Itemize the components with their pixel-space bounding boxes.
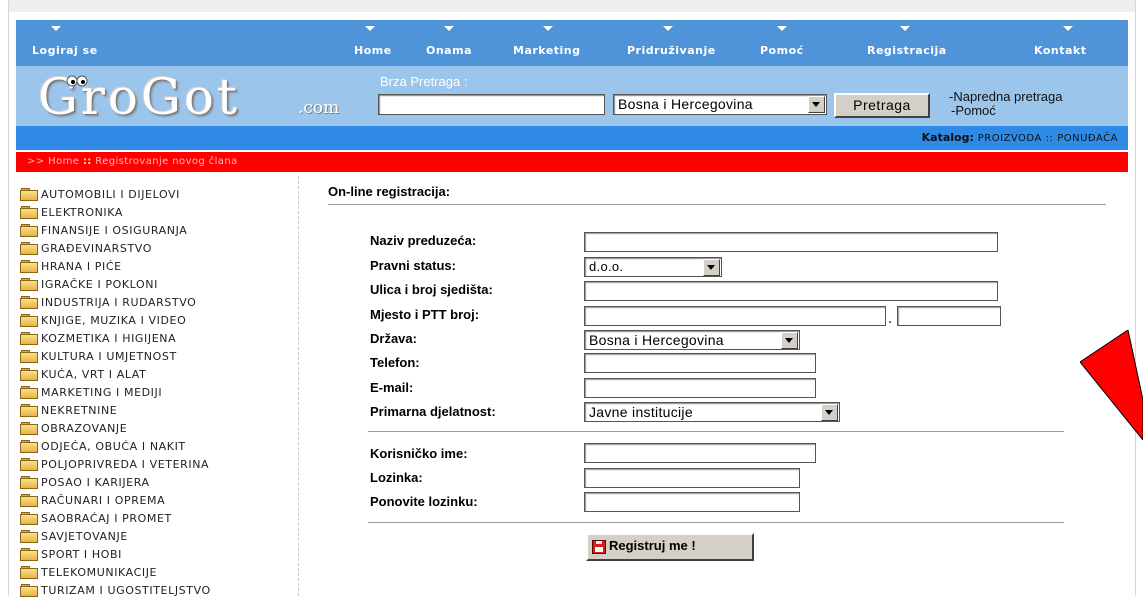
password-label: Lozinka:	[370, 470, 423, 485]
folder-icon	[20, 458, 38, 471]
divider	[328, 204, 1106, 205]
logo-eyes-icon	[66, 75, 88, 87]
chevron-down-icon	[821, 404, 838, 421]
company-field[interactable]	[584, 232, 998, 252]
breadcrumb-home-link[interactable]: Home	[48, 156, 79, 167]
folder-icon	[20, 368, 38, 381]
divider	[368, 522, 1064, 523]
folder-icon	[20, 278, 38, 291]
repeat-password-field[interactable]	[584, 492, 800, 512]
top-nav: Logiraj se Home Onama Marketing Pridruži…	[16, 20, 1128, 66]
nav-triangle-icon	[543, 26, 553, 31]
save-disk-icon	[592, 540, 606, 554]
folder-icon	[20, 260, 38, 273]
divider	[368, 431, 1064, 432]
nav-triangle-icon	[51, 26, 61, 31]
catalog-links: Katalog: PROIZVODA :: PONUĐAČA	[922, 131, 1118, 144]
phone-field[interactable]	[584, 353, 816, 373]
help-link[interactable]: -Pomoć	[949, 104, 1062, 118]
street-field[interactable]	[584, 281, 998, 301]
activity-select[interactable]: Javne institucije	[584, 402, 840, 422]
registration-form: On-line registracija: Naziv preduzeća: P…	[300, 176, 1120, 596]
breadcrumb-separator: ::	[82, 156, 92, 167]
chevron-down-icon	[808, 96, 825, 113]
city-field[interactable]	[584, 306, 886, 326]
company-label: Naziv preduzeća:	[370, 233, 477, 248]
folder-icon	[20, 314, 38, 327]
username-field[interactable]	[584, 443, 816, 463]
nav-triangle-icon	[900, 26, 910, 31]
nav-triangle-icon	[1063, 26, 1073, 31]
folder-icon	[20, 584, 38, 597]
city-label: Mjesto i PTT broj:	[370, 307, 480, 322]
folder-icon	[20, 224, 38, 237]
logo-suffix: .com	[298, 98, 340, 118]
folder-icon	[20, 422, 38, 435]
legal-status-label: Pravni status:	[370, 258, 456, 273]
catalog-products-link[interactable]: PROIZVODA	[978, 133, 1042, 144]
breadcrumb-prefix: >>	[27, 156, 45, 167]
email-field[interactable]	[584, 378, 816, 398]
form-title: On-line registracija:	[328, 184, 451, 199]
header-links: -Napredna pretraga -Pomoć	[949, 90, 1062, 118]
category-sidebar: AUTOMOBILI I DIJELOVI ELEKTRONIKA FINANS…	[16, 176, 299, 597]
folder-icon	[20, 440, 38, 453]
header: GroGot .com Brza Pretraga : Bosna i Herc…	[16, 66, 1128, 126]
folder-icon	[20, 206, 38, 219]
nav-triangle-icon	[663, 26, 673, 31]
folder-icon	[20, 386, 38, 399]
username-label: Korisničko ime:	[370, 446, 468, 461]
breadcrumb: >> Home :: Registrovanje novog člana	[16, 152, 1128, 172]
folder-icon	[20, 512, 38, 525]
search-input[interactable]	[378, 94, 605, 115]
country-select[interactable]: Bosna i Hercegovina	[613, 94, 827, 115]
postal-code-field[interactable]	[897, 306, 1001, 326]
logo[interactable]: GroGot	[38, 72, 240, 122]
chevron-down-icon	[703, 259, 720, 276]
street-label: Ulica i broj sjedišta:	[370, 282, 493, 297]
folder-icon	[20, 242, 38, 255]
folder-icon	[20, 332, 38, 345]
chevron-down-icon	[781, 332, 798, 349]
register-button[interactable]: Registruj me !	[586, 533, 754, 561]
catalog-offers-link[interactable]: PONUĐAČA	[1057, 133, 1118, 144]
nav-triangle-icon	[365, 26, 375, 31]
phone-label: Telefon:	[370, 355, 420, 370]
decorative-red-triangle	[1080, 330, 1143, 440]
folder-icon	[20, 476, 38, 489]
password-field[interactable]	[584, 468, 800, 488]
country-field-select[interactable]: Bosna i Hercegovina	[584, 330, 800, 350]
advanced-search-link[interactable]: -Napredna pretraga	[949, 90, 1062, 104]
email-label: E-mail:	[370, 380, 414, 395]
folder-icon	[20, 350, 38, 363]
top-strip	[9, 0, 1135, 12]
catalog-label: Katalog:	[921, 131, 974, 144]
folder-icon	[20, 188, 38, 201]
search-label: Brza Pretraga :	[380, 74, 468, 89]
nav-triangle-icon	[444, 26, 454, 31]
folder-icon	[20, 296, 38, 309]
search-button[interactable]: Pretraga	[834, 93, 930, 118]
repeat-password-label: Ponovite lozinku:	[370, 494, 478, 509]
folder-icon	[20, 494, 38, 507]
nav-triangle-icon	[777, 26, 787, 31]
country-label: Država:	[370, 331, 417, 346]
activity-label: Primarna djelatnost:	[370, 404, 496, 419]
folder-icon	[20, 404, 38, 417]
catalog-bar: Katalog: PROIZVODA :: PONUĐAČA	[16, 126, 1128, 150]
folder-icon	[20, 548, 38, 561]
folder-icon	[20, 530, 38, 543]
catalog-separator: ::	[1045, 133, 1054, 144]
legal-status-select[interactable]: d.o.o.	[584, 257, 722, 277]
folder-icon	[20, 566, 38, 579]
field-separator: .	[888, 312, 893, 327]
breadcrumb-current: Registrovanje novog člana	[95, 156, 238, 167]
